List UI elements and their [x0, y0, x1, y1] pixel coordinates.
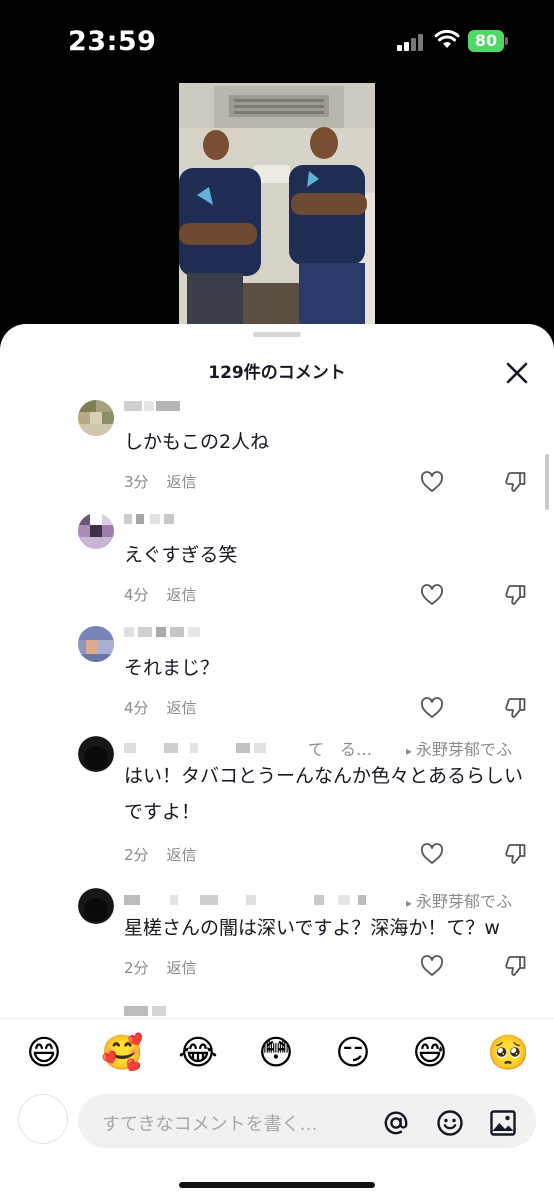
- comment-item: 永野芽郁でふ 星槎さんの闇は深いですよ？深海か！て？w 2分返信: [0, 888, 554, 1000]
- emoji-smirk[interactable]: 😏: [333, 1033, 373, 1073]
- comment-meta: 2分 返信: [124, 844, 197, 865]
- reply-button[interactable]: 返信: [167, 699, 197, 717]
- comment-text: はい！タバコとうーんなんか色々とあるらしいですよ！: [124, 765, 524, 823]
- scrollbar[interactable]: [545, 454, 549, 510]
- status-bar: 23:59 80: [0, 0, 554, 80]
- username-redacted[interactable]: [124, 398, 264, 414]
- battery-level: 80: [468, 30, 504, 52]
- thumbs-down-icon[interactable]: [504, 696, 528, 720]
- battery-icon: 80: [468, 30, 508, 52]
- comment-meta: 4分 返信: [124, 584, 197, 605]
- video-frame-image: [179, 83, 375, 333]
- avatar[interactable]: [78, 626, 114, 662]
- reply-to-target[interactable]: 永野芽郁でふ: [406, 888, 512, 912]
- username-redacted[interactable]: [124, 740, 324, 756]
- my-avatar[interactable]: [18, 1094, 68, 1144]
- reply-to-target[interactable]: 永野芽郁でふ: [406, 736, 512, 760]
- comment-text: しかもこの2人ね: [124, 431, 270, 453]
- image-icon[interactable]: [489, 1109, 517, 1137]
- thumbs-down-icon[interactable]: [504, 842, 528, 866]
- username-redacted[interactable]: [124, 511, 264, 527]
- wifi-icon: [434, 30, 460, 48]
- comment-item: しかもこの2人ね 3分 返信: [0, 394, 554, 506]
- signal-icon: [397, 33, 427, 51]
- avatar[interactable]: [78, 888, 114, 924]
- comment-compose: すてきなコメントを書く…: [0, 1090, 554, 1160]
- heart-icon[interactable]: [420, 470, 444, 494]
- comment-input-placeholder: すてきなコメントを書く…: [102, 1114, 318, 1135]
- at-icon[interactable]: [382, 1109, 410, 1137]
- comment-text: 星槎さんの闇は深いですよ？深海か！て？w: [124, 917, 500, 939]
- comments-sheet: 129件のコメント しかもこの2人ね 3分 返信 えぐすぎる笑 4分 返信 それ…: [0, 324, 554, 1200]
- thumbs-down-icon[interactable]: [504, 954, 528, 978]
- comment-time: 3分: [124, 473, 149, 491]
- comment-item-partial: [0, 1006, 554, 1018]
- thumbs-down-icon[interactable]: [504, 583, 528, 607]
- comment-time: 2分: [124, 846, 149, 864]
- comment-text: それまじ？: [124, 657, 220, 679]
- heart-icon[interactable]: [420, 842, 444, 866]
- sheet-title: 129件のコメント: [208, 363, 346, 383]
- emoji-sweat-smile[interactable]: 😅: [410, 1033, 450, 1073]
- video-preview[interactable]: [179, 83, 375, 333]
- reply-button[interactable]: 返信: [167, 959, 197, 977]
- username-redacted: [124, 1006, 264, 1018]
- comment-input[interactable]: すてきなコメントを書く…: [78, 1094, 536, 1148]
- avatar[interactable]: [78, 400, 114, 436]
- avatar[interactable]: [78, 513, 114, 549]
- home-indicator[interactable]: [179, 1182, 375, 1188]
- emoji-smiling-hearts[interactable]: 🥰: [101, 1033, 143, 1073]
- close-icon[interactable]: [504, 360, 530, 386]
- username-fragment: て る…: [308, 740, 373, 759]
- reply-button[interactable]: 返信: [167, 846, 197, 864]
- smile-icon[interactable]: [436, 1109, 464, 1137]
- heart-icon[interactable]: [420, 954, 444, 978]
- emoji-grinning[interactable]: 😄: [24, 1033, 64, 1073]
- username-redacted[interactable]: [124, 624, 264, 640]
- sheet-grabber[interactable]: [253, 332, 301, 337]
- avatar[interactable]: [78, 736, 114, 772]
- comment-time: 4分: [124, 699, 149, 717]
- emoji-bar: 😄 🥰 😂 😳 😏 😅 🥺: [0, 1018, 554, 1088]
- heart-icon[interactable]: [420, 696, 444, 720]
- emoji-pleading[interactable]: 🥺: [487, 1033, 529, 1073]
- comment-meta: 3分 返信: [124, 471, 197, 492]
- comment-time: 4分: [124, 586, 149, 604]
- emoji-flushed[interactable]: 😳: [256, 1033, 296, 1073]
- comment-meta: 4分 返信: [124, 697, 197, 718]
- comment-time: 2分: [124, 959, 149, 977]
- reply-button[interactable]: 返信: [167, 586, 197, 604]
- clock: 23:59: [68, 26, 157, 57]
- reply-button[interactable]: 返信: [167, 473, 197, 491]
- comment-text: えぐすぎる笑: [124, 544, 238, 566]
- username-redacted[interactable]: [124, 892, 394, 908]
- heart-icon[interactable]: [420, 583, 444, 607]
- emoji-tears-of-joy[interactable]: 😂: [178, 1033, 218, 1073]
- comment-meta: 2分 返信: [124, 957, 197, 978]
- comment-item: えぐすぎる笑 4分 返信: [0, 507, 554, 619]
- comment-list[interactable]: しかもこの2人ね 3分 返信 えぐすぎる笑 4分 返信 それまじ？ 4分 返信 …: [0, 394, 554, 1018]
- thumbs-down-icon[interactable]: [504, 470, 528, 494]
- comment-item: て る… 永野芽郁でふ はい！タバコとうーんなんか色々とあるらしいですよ！ 2分…: [0, 736, 554, 886]
- comment-item: それまじ？ 4分 返信: [0, 620, 554, 732]
